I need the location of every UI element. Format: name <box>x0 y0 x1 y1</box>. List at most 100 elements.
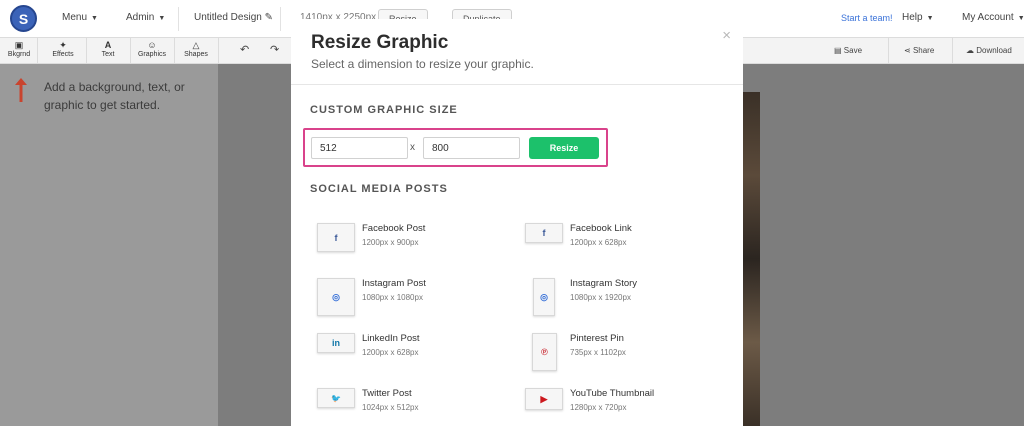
tool-background[interactable]: ▣ Bkgrnd <box>2 40 36 62</box>
preset-twitter-post[interactable]: 🐦 Twitter Post 1024px x 512px <box>316 388 516 426</box>
divider <box>174 38 175 64</box>
preset-youtube-thumbnail[interactable]: ▶ YouTube Thumbnail 1280px x 720px <box>524 388 724 426</box>
preset-size: 1200px x 628px <box>362 348 419 357</box>
preset-name: Facebook Post <box>362 223 426 234</box>
design-title-text: Untitled Design <box>194 12 262 23</box>
admin-label: Admin <box>126 12 155 23</box>
preset-size: 1080px x 1920px <box>570 293 631 302</box>
preset-linkedin-post[interactable]: in LinkedIn Post 1200px x 628px <box>316 333 516 373</box>
chevron-down-icon: ▼ <box>926 15 934 22</box>
height-input[interactable] <box>423 137 520 159</box>
logo-letter: S <box>18 10 29 27</box>
tool-shapes[interactable]: △ Shapes <box>179 40 213 62</box>
triangle-icon: △ <box>192 40 200 50</box>
preset-size: 1200px x 628px <box>570 238 627 247</box>
canvas-preview <box>742 92 760 426</box>
admin-dropdown[interactable]: Admin ▼ <box>126 12 165 23</box>
tool-graphics[interactable]: ☺ Graphics <box>135 40 169 62</box>
divider <box>218 38 219 64</box>
share-label: Share <box>912 46 935 55</box>
instagram-icon: ◎ <box>533 278 555 316</box>
menu-dropdown[interactable]: Menu ▼ <box>62 12 98 23</box>
times-separator: x <box>410 142 415 153</box>
pinterest-icon: ℗ <box>532 333 557 371</box>
preset-name: YouTube Thumbnail <box>570 388 655 399</box>
app-logo[interactable]: S <box>10 5 37 32</box>
account-label: My Account <box>962 12 1014 23</box>
share-icon: ⋖ <box>904 46 911 55</box>
preset-facebook-post[interactable]: f Facebook Post 1200px x 900px <box>316 223 516 263</box>
preset-instagram-post[interactable]: ◎ Instagram Post 1080px x 1080px <box>316 278 516 318</box>
resize-modal: Resize Graphic Select a dimension to res… <box>291 19 743 426</box>
custom-size-form: x Resize <box>303 128 608 167</box>
design-title[interactable]: Untitled Design ✎ <box>194 12 273 23</box>
preset-instagram-story[interactable]: ◎ Instagram Story 1080px x 1920px <box>524 278 724 318</box>
preset-pinterest-pin[interactable]: ℗ Pinterest Pin 735px x 1102px <box>524 333 724 373</box>
redo-icon[interactable]: ↷ <box>270 43 279 56</box>
smiley-icon: ☺ <box>147 40 157 50</box>
modal-subtitle: Select a dimension to resize your graphi… <box>311 57 534 71</box>
get-started-hint: Add a background, text, or graphic to ge… <box>44 80 185 112</box>
chevron-down-icon: ▼ <box>158 15 166 22</box>
preset-name: Instagram Post <box>362 278 426 289</box>
tool-effects[interactable]: ✦ Effects <box>46 40 80 62</box>
preset-size: 1280px x 720px <box>570 403 627 412</box>
tool-label: Bkgrnd <box>7 51 31 58</box>
divider <box>86 38 87 64</box>
undo-icon[interactable]: ↶ <box>240 43 249 56</box>
save-label: Save <box>843 46 863 55</box>
image-icon: ▣ <box>14 40 24 50</box>
preset-name: LinkedIn Post <box>362 333 420 344</box>
social-posts-heading: SOCIAL MEDIA POSTS <box>310 183 448 195</box>
tool-text[interactable]: A Text <box>91 40 125 62</box>
tool-label: Effects <box>52 51 74 58</box>
chevron-down-icon: ▼ <box>91 15 98 22</box>
modal-header: Resize Graphic Select a dimension to res… <box>291 19 743 85</box>
preset-facebook-link[interactable]: f Facebook Link 1200px x 628px <box>524 223 724 263</box>
help-label: Help <box>902 12 923 23</box>
width-input[interactable] <box>311 137 408 159</box>
help-dropdown[interactable]: Help ▼ <box>902 12 934 23</box>
resize-button[interactable]: Resize <box>529 137 599 159</box>
preset-name: Twitter Post <box>362 388 412 399</box>
custom-size-heading: CUSTOM GRAPHIC SIZE <box>310 104 458 116</box>
left-panel: Add a background, text, or graphic to ge… <box>0 64 218 426</box>
preset-name: Instagram Story <box>570 278 638 289</box>
tool-label: Text <box>101 51 115 58</box>
chevron-down-icon: ▼ <box>1017 15 1024 22</box>
save-button[interactable]: ▤ Save <box>834 46 862 55</box>
divider <box>888 38 889 64</box>
youtube-icon: ▶ <box>525 388 563 410</box>
preset-name: Pinterest Pin <box>570 333 624 344</box>
preset-name: Facebook Link <box>570 223 632 234</box>
start-team-link[interactable]: Start a team! <box>841 13 893 23</box>
text-icon: A <box>104 40 112 50</box>
share-button[interactable]: ⋖ Share <box>904 46 934 55</box>
divider <box>280 7 281 31</box>
tool-label: Graphics <box>137 51 166 58</box>
close-icon[interactable]: × <box>722 27 731 44</box>
pencil-icon: ✎ <box>264 12 273 23</box>
twitter-icon: 🐦 <box>317 388 355 408</box>
facebook-icon: f <box>525 223 563 243</box>
tool-label: Shapes <box>184 51 208 58</box>
preset-size: 735px x 1102px <box>570 348 626 357</box>
divider <box>178 7 179 31</box>
wand-icon: ✦ <box>59 40 67 50</box>
facebook-icon: f <box>317 223 355 252</box>
cloud-download-icon: ☁ <box>966 46 974 55</box>
preset-size: 1200px x 900px <box>362 238 419 247</box>
instagram-icon: ◎ <box>317 278 355 316</box>
arrow-up-icon <box>15 78 27 102</box>
linkedin-icon: in <box>317 333 355 353</box>
preset-size: 1080px x 1080px <box>362 293 423 302</box>
divider <box>37 38 38 64</box>
account-dropdown[interactable]: My Account ▼ <box>962 12 1024 23</box>
modal-title: Resize Graphic <box>311 32 449 53</box>
preset-size: 1024px x 512px <box>362 403 419 412</box>
download-button[interactable]: ☁ Download <box>966 46 1012 55</box>
menu-label: Menu <box>62 12 88 23</box>
save-icon: ▤ <box>834 46 842 55</box>
download-label: Download <box>976 46 1012 55</box>
divider <box>952 38 953 64</box>
